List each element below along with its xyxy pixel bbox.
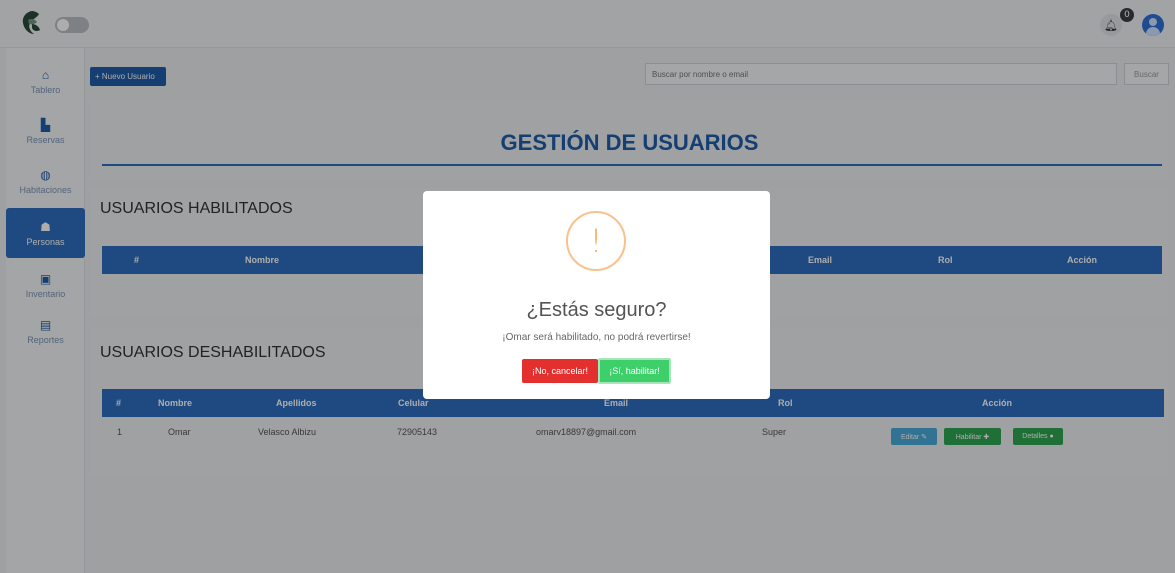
dialog-message: ¡Omar será habilitado, no podrá revertir… xyxy=(502,332,691,343)
dialog-title: ¿Estás seguro? xyxy=(526,299,667,321)
warning-icon: ! xyxy=(566,211,626,271)
confirm-dialog: ! ¿Estás seguro? ¡Omar será habilitado, … xyxy=(423,191,770,399)
confirm-enable-button[interactable]: ¡Sí, habilitar! xyxy=(598,358,671,384)
cancel-button[interactable]: ¡No, cancelar! xyxy=(522,359,598,383)
